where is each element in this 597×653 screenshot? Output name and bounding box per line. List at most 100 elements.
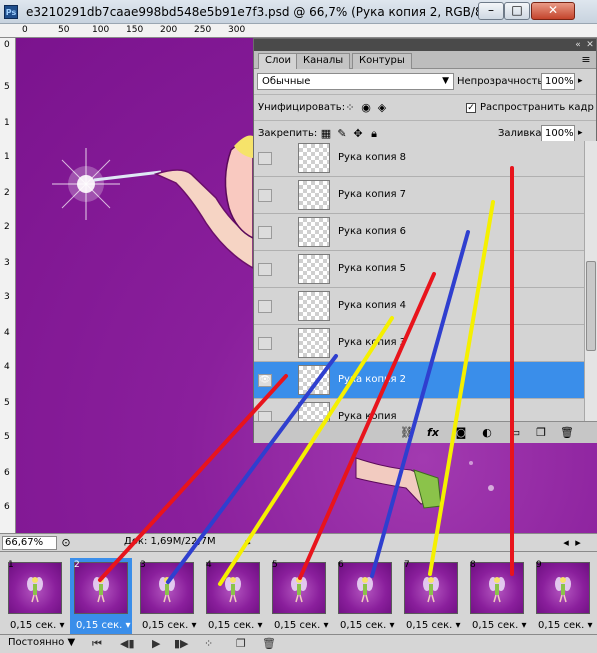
animation-frame[interactable]: 2 0,15 сек. ▾ [70,558,132,636]
animation-frame[interactable]: 4 0,15 сек. ▾ [202,558,264,636]
ruler-tick: 5 [4,398,10,408]
layer-thumbnail [298,143,330,173]
mask-icon[interactable]: ◙ [454,426,468,440]
trash-icon[interactable]: 🗑︎ [560,426,574,440]
zoom-menu-icon[interactable]: ⊙ [60,537,72,549]
eye-icon[interactable]: 👁︎ [258,374,272,387]
group-icon[interactable]: ▭ [508,426,522,440]
next-frame-icon[interactable]: ▮▶ [174,637,189,650]
animation-frame[interactable]: 8 0,15 сек. ▾ [466,558,528,636]
frame-number: 9 [536,560,542,570]
lock-brush-icon[interactable]: ✎ [336,128,348,140]
visibility-toggle[interactable] [258,411,272,421]
layer-thumbnail [298,328,330,358]
status-arrow-icon[interactable]: ▸ [242,537,254,549]
blend-row: Обычные ▼ Непрозрачность: 100% ▸ [254,69,596,95]
fill-slider-arrow-icon[interactable]: ▸ [578,128,583,138]
unify-row: Унифицировать: ⁘ ◉ ◈ ✓ Распространить ка… [254,95,597,121]
ruler-tick: 4 [4,362,10,372]
loop-select[interactable]: Постоянно ▼ [8,637,75,648]
scrollbar-thumb[interactable] [586,261,596,351]
unify-visibility-icon[interactable]: ◉ [360,102,372,114]
fairy-icon [423,577,439,603]
frame-delay[interactable]: 0,15 сек. ▾ [406,620,461,631]
opacity-field[interactable]: 100% [541,73,575,90]
animation-frame[interactable]: 9 0,15 сек. ▾ [532,558,594,636]
visibility-toggle[interactable] [258,152,272,165]
propagate-frame-checkbox[interactable]: ✓ [466,103,476,113]
ruler-tick: 50 [58,25,70,35]
frame-number: 2 [74,560,80,570]
opacity-label: Непрозрачность: [457,76,547,87]
new-layer-icon[interactable]: ❐ [534,426,548,440]
layer-row[interactable]: 👁︎ Рука копия 2 [254,362,584,399]
layer-name: Рука копия 3 [338,337,407,348]
panel-close-icon[interactable]: ✕ [584,39,596,51]
fill-label: Заливка: [498,128,545,139]
play-icon[interactable]: ▶ [152,637,160,650]
frame-number: 5 [272,560,278,570]
fill-field[interactable]: 100% [541,125,575,142]
panel-menu-icon[interactable]: ≡ [580,54,592,66]
layer-name: Рука копия 4 [338,300,407,311]
unify-position-icon[interactable]: ⁘ [344,102,356,114]
scroll-left-icon[interactable]: ◂ [560,537,572,549]
layer-row[interactable]: Рука копия 7 [254,177,584,214]
visibility-toggle[interactable] [258,189,272,202]
lock-transparency-icon[interactable]: ▦ [320,128,332,140]
first-frame-icon[interactable]: ⏮ [92,637,102,651]
visibility-toggle[interactable] [258,226,272,239]
animation-frame[interactable]: 7 0,15 сек. ▾ [400,558,462,636]
ruler-tick: 6 [4,468,10,478]
visibility-toggle[interactable] [258,300,272,313]
blend-mode-select[interactable]: Обычные ▼ [257,73,454,90]
delete-frame-icon[interactable]: 🗑︎ [262,637,276,650]
previous-frame-icon[interactable]: ◀▮ [120,637,135,650]
visibility-toggle[interactable] [258,263,272,276]
frame-delay[interactable]: 0,15 сек. ▾ [142,620,197,631]
adjustment-icon[interactable]: ◐ [480,426,494,440]
link-icon[interactable]: ⛓ [400,426,414,440]
fx-icon[interactable]: fx [426,426,440,440]
visibility-toggle[interactable] [258,337,272,350]
lock-move-icon[interactable]: ✥ [352,128,364,140]
minimize-button[interactable]: – [478,2,504,20]
lock-all-icon[interactable]: 🔒︎ [368,128,380,140]
frame-delay[interactable]: 0,15 сек. ▾ [76,620,131,631]
frame-delay[interactable]: 0,15 сек. ▾ [538,620,593,631]
ruler-tick: 4 [4,328,10,338]
animation-frame[interactable]: 6 0,15 сек. ▾ [334,558,396,636]
frame-delay[interactable]: 0,15 сек. ▾ [472,620,527,631]
maximize-button[interactable]: □ [504,2,530,20]
animation-frame[interactable]: 3 0,15 сек. ▾ [136,558,198,636]
layers-scrollbar[interactable] [584,141,597,421]
layer-row[interactable]: Рука копия 5 [254,251,584,288]
frame-delay[interactable]: 0,15 сек. ▾ [10,620,65,631]
tab-channels[interactable]: Каналы [296,53,351,69]
duplicate-frame-icon[interactable]: ❐ [236,637,246,650]
frame-delay[interactable]: 0,15 сек. ▾ [274,620,329,631]
panel-header-bar: « ✕ [254,39,596,51]
layer-row[interactable]: Рука копия 4 [254,288,584,325]
frame-delay[interactable]: 0,15 сек. ▾ [208,620,263,631]
animation-frame[interactable]: 1 0,15 сек. ▾ [4,558,66,636]
layer-row[interactable]: Рука копия 8 [254,141,584,177]
layer-row[interactable]: Рука копия [254,399,584,421]
close-button[interactable]: ✕ [531,2,575,20]
frame-thumbnail [470,562,524,614]
zoom-level-field[interactable]: 66,67% [2,536,57,550]
tween-icon[interactable]: ⁘ [204,637,213,650]
animation-frame[interactable]: 5 0,15 сек. ▾ [268,558,330,636]
frame-thumbnail [206,562,260,614]
scroll-right-icon[interactable]: ▸ [572,537,584,549]
tab-paths[interactable]: Контуры [352,53,412,69]
opacity-slider-arrow-icon[interactable]: ▸ [578,76,583,86]
layer-row[interactable]: Рука копия 6 [254,214,584,251]
unify-style-icon[interactable]: ◈ [376,102,388,114]
collapse-icon[interactable]: « [572,39,584,51]
frame-delay-value: 0,15 сек. [274,620,321,631]
vertical-ruler: 0 5 1 1 2 2 3 3 4 4 5 5 6 6 [0,38,16,533]
layer-row[interactable]: Рука копия 3 [254,325,584,362]
frame-delay[interactable]: 0,15 сек. ▾ [340,620,395,631]
tab-layers[interactable]: Слои [258,53,298,69]
